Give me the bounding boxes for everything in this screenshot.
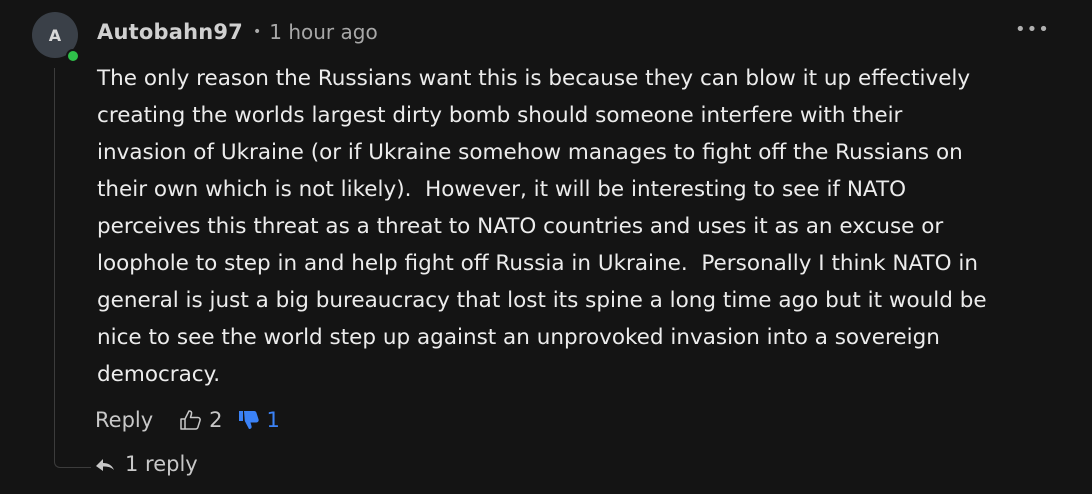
online-status-indicator	[66, 49, 80, 63]
comment-line: invasion of Ukraine (or if Ukraine someh…	[97, 140, 963, 165]
more-options-button[interactable]: •••	[1015, 20, 1049, 44]
comment-line: The only reason the Russians want this i…	[97, 66, 971, 91]
timestamp[interactable]: 1 hour ago	[269, 20, 377, 44]
comment-line: general is just a big bureaucracy that l…	[97, 288, 987, 313]
replies-count-label: 1 reply	[125, 452, 198, 476]
downvote-count: 1	[266, 408, 280, 432]
thread-line	[54, 68, 91, 468]
downvote-button[interactable]: 1	[237, 408, 280, 432]
comment-line: their own which is not likely). However,…	[97, 177, 907, 202]
upvote-button[interactable]: 2	[179, 408, 223, 432]
reply-button[interactable]: Reply	[95, 408, 153, 432]
comment-line: loophole to step in and help fight off R…	[97, 251, 979, 276]
comment-line: nice to see the world step up against an…	[97, 325, 940, 350]
separator-dot: •	[253, 24, 262, 40]
thumbs-up-outline-icon	[180, 410, 202, 430]
more-options-icon: •••	[1015, 19, 1050, 40]
comment-line: creating the worlds largest dirty bomb s…	[97, 103, 903, 128]
comment-line: democracy.	[97, 362, 221, 387]
reply-arrow-icon	[96, 459, 114, 471]
username-link[interactable]: Autobahn97	[97, 20, 243, 44]
view-replies-link[interactable]: 1 reply	[95, 447, 198, 481]
comment-line: perceives this threat as a threat to NAT…	[97, 214, 944, 239]
thumbs-down-filled-icon	[238, 411, 259, 429]
comment-actions: Reply 2 1	[95, 402, 294, 438]
comment-header: Autobahn97 • 1 hour ago	[97, 18, 378, 46]
comment-body: The only reason the Russians want this i…	[97, 60, 1057, 393]
avatar-initial: A	[48, 25, 62, 45]
upvote-count: 2	[209, 408, 223, 432]
